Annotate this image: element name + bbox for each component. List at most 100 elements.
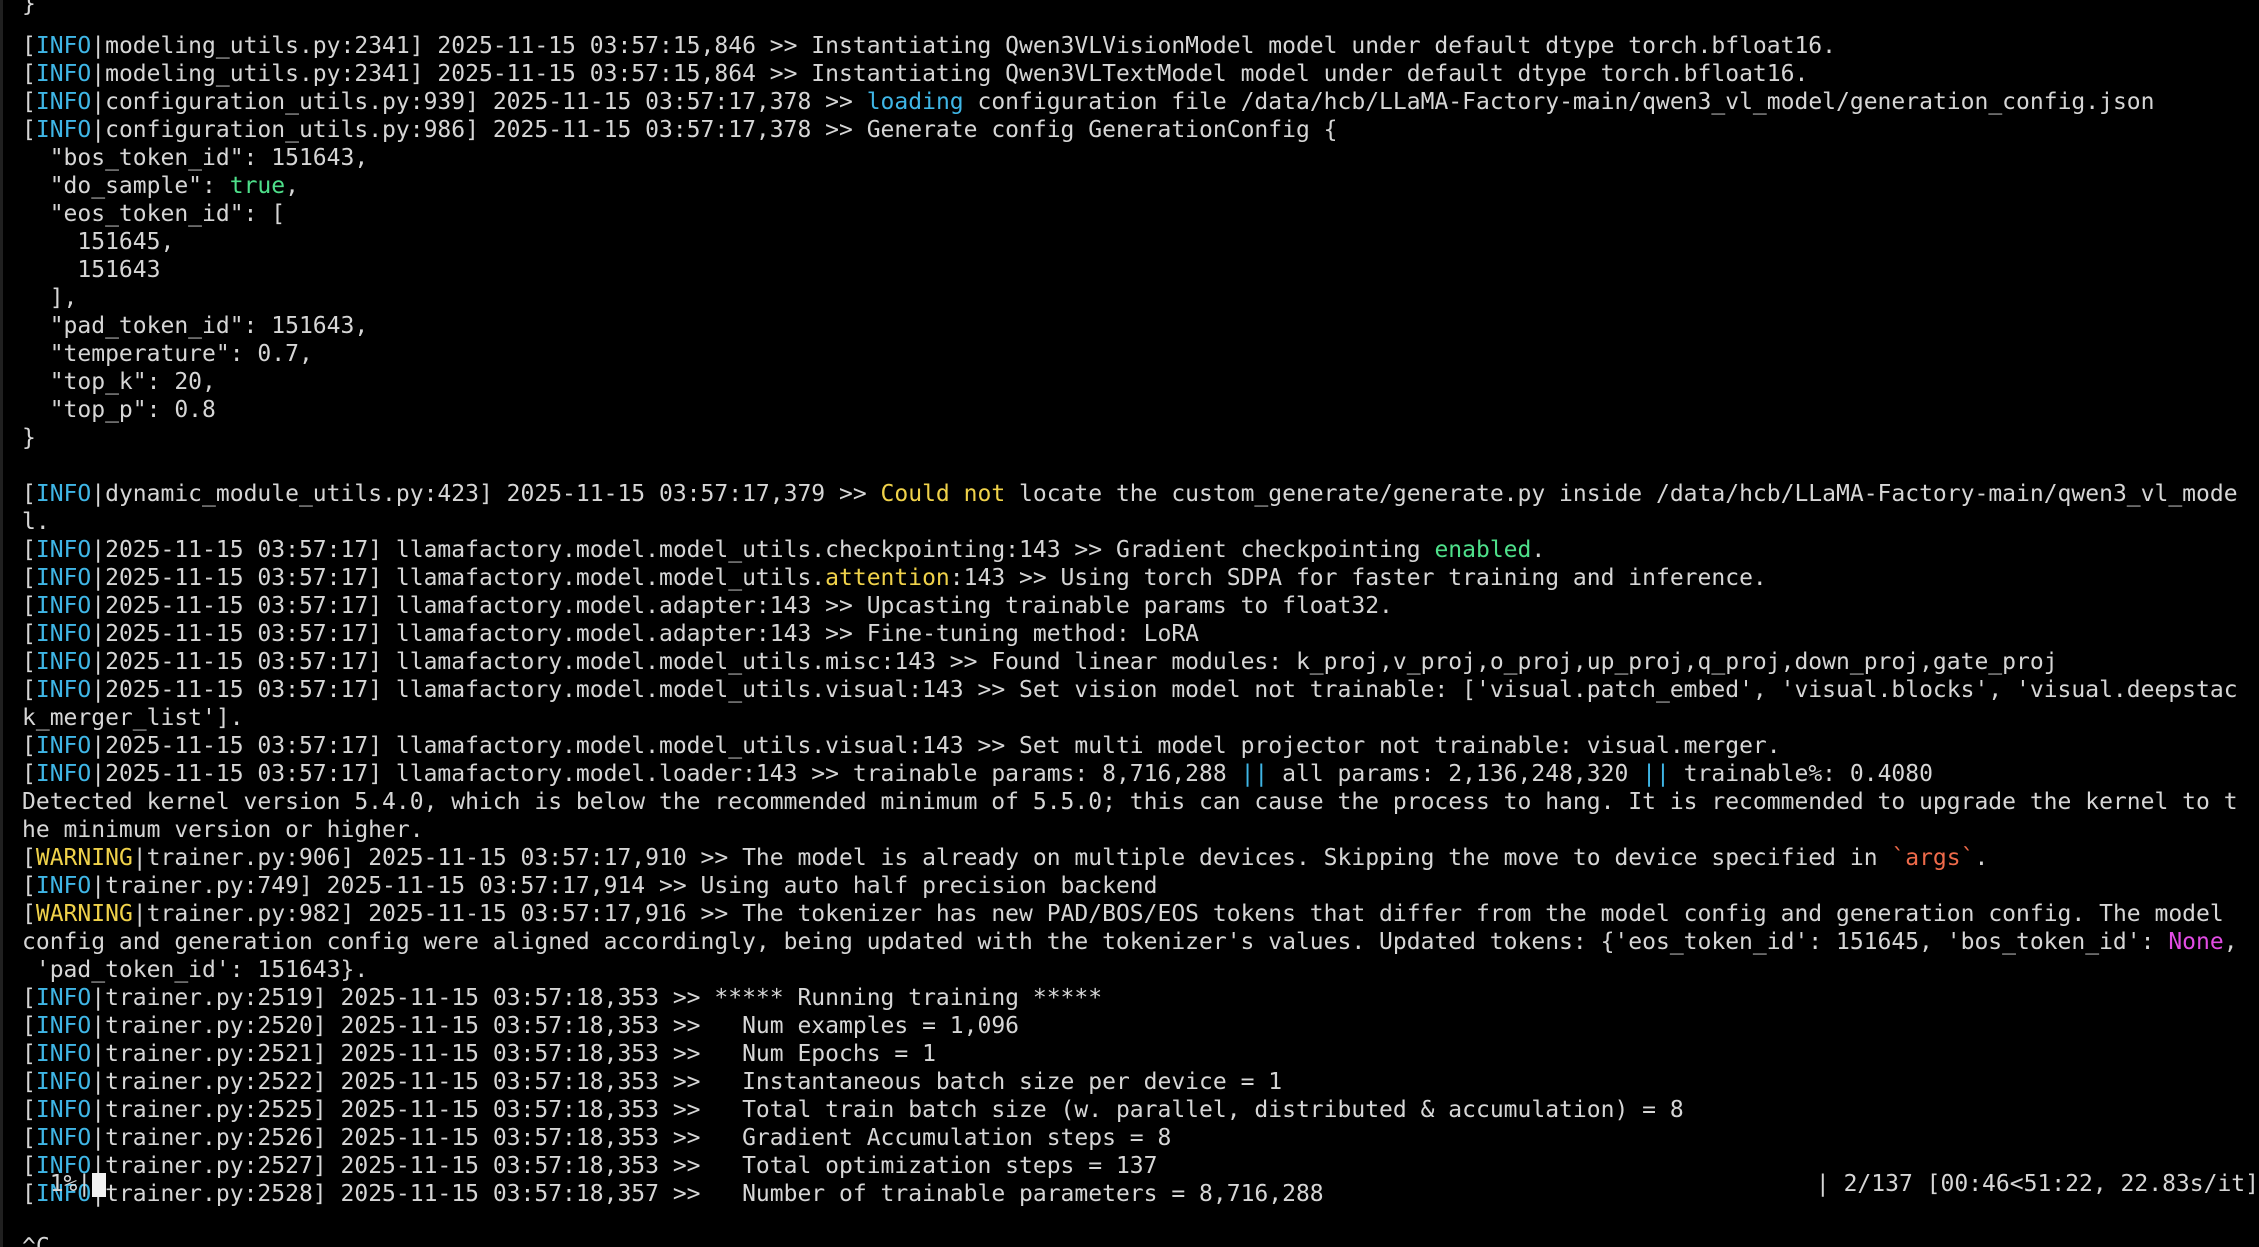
progress-fill xyxy=(92,1173,106,1197)
log-segment: INFO xyxy=(35,593,92,619)
log-line: [INFO|modeling_utils.py:2341] 2025-11-15… xyxy=(22,60,2259,88)
terminal-window[interactable]: } [INFO|modeling_utils.py:2341] 2025-11-… xyxy=(0,0,2259,1247)
log-segment: [ xyxy=(22,33,36,59)
log-segment: |configuration_utils.py:939] 2025-11-15 … xyxy=(91,89,867,115)
log-segment: enabled xyxy=(1434,537,1532,563)
log-line: [INFO|modeling_utils.py:2341] 2025-11-15… xyxy=(22,32,2259,60)
log-line: [WARNING|trainer.py:982] 2025-11-15 03:5… xyxy=(22,900,2259,928)
log-segment: WARNING xyxy=(35,845,133,871)
log-segment: [ xyxy=(22,677,36,703)
log-line: config and generation config were aligne… xyxy=(22,928,2259,956)
log-segment: [ xyxy=(22,1125,36,1151)
log-segment: |trainer.py:2520] 2025-11-15 03:57:18,35… xyxy=(91,1013,1020,1039)
log-line: 151643 xyxy=(22,256,2259,284)
log-segment: INFO xyxy=(35,61,92,87)
log-segment: |2025-11-15 03:57:17] llamafactory.model… xyxy=(91,649,2058,675)
log-segment: `args` xyxy=(1891,845,1975,871)
log-segment: "pad_token_id": 151643, xyxy=(22,313,369,339)
log-segment: INFO xyxy=(35,117,92,143)
log-line: 151645, xyxy=(22,228,2259,256)
log-line: [INFO|trainer.py:2522] 2025-11-15 03:57:… xyxy=(22,1068,2259,1096)
progress-track xyxy=(106,1170,1826,1198)
log-line: } xyxy=(22,424,2259,452)
log-segment: , xyxy=(285,173,299,199)
log-segment: |trainer.py:2521] 2025-11-15 03:57:18,35… xyxy=(91,1041,936,1067)
log-segment: |trainer.py:2525] 2025-11-15 03:57:18,35… xyxy=(91,1097,1684,1123)
log-segment: INFO xyxy=(35,873,92,899)
log-segment: he minimum version or higher. xyxy=(22,817,424,843)
log-line: [INFO|trainer.py:2526] 2025-11-15 03:57:… xyxy=(22,1124,2259,1152)
log-segment: } xyxy=(22,425,36,451)
log-segment: 'pad_token_id': 151643}. xyxy=(22,957,369,983)
log-segment: 151645, xyxy=(22,229,175,255)
log-segment: |trainer.py:2526] 2025-11-15 03:57:18,35… xyxy=(91,1125,1172,1151)
log-segment: |trainer.py:2522] 2025-11-15 03:57:18,35… xyxy=(91,1069,1283,1095)
log-segment: INFO xyxy=(35,761,92,787)
log-segment: INFO xyxy=(35,1069,92,1095)
log-segment: [ xyxy=(22,1013,36,1039)
log-segment: || xyxy=(1642,761,1670,787)
log-segment: |trainer.py:749] 2025-11-15 03:57:17,914… xyxy=(91,873,1158,899)
log-segment: INFO xyxy=(35,985,92,1011)
log-segment: || xyxy=(1240,761,1269,787)
log-segment: INFO xyxy=(35,621,92,647)
log-segment: [ xyxy=(22,845,36,871)
log-segment: :143 >> Using torch SDPA for faster trai… xyxy=(949,565,1767,591)
log-segment: [ xyxy=(22,985,36,1011)
log-line: "top_k": 20, xyxy=(22,368,2259,396)
log-segment: true xyxy=(229,173,286,199)
log-line: ], xyxy=(22,284,2259,312)
log-segment: ], xyxy=(22,285,78,311)
log-segment: 151643 xyxy=(22,257,161,283)
log-segment: Detected kernel version 5.4.0, which is … xyxy=(22,789,2238,815)
log-line: l. xyxy=(22,508,2259,536)
log-line: "do_sample": true, xyxy=(22,172,2259,200)
log-line: [INFO|dynamic_module_utils.py:423] 2025-… xyxy=(22,480,2259,508)
log-line: "temperature": 0.7, xyxy=(22,340,2259,368)
progress-percent-label: 1%| xyxy=(22,1171,92,1197)
log-line: "bos_token_id": 151643, xyxy=(22,144,2259,172)
log-line: [INFO|trainer.py:2525] 2025-11-15 03:57:… xyxy=(22,1096,2259,1124)
log-segment: loading xyxy=(866,89,964,115)
log-segment: config and generation config were aligne… xyxy=(22,929,2169,955)
log-line: [INFO|2025-11-15 03:57:17] llamafactory.… xyxy=(22,676,2259,704)
log-segment: [ xyxy=(22,1069,36,1095)
log-segment: |dynamic_module_utils.py:423] 2025-11-15… xyxy=(91,481,881,507)
log-segment: None xyxy=(2168,929,2224,955)
log-segment: INFO xyxy=(35,537,92,563)
log-line: "eos_token_id": [ xyxy=(22,200,2259,228)
log-segment: locate the custom_generate/generate.py i… xyxy=(1005,481,2238,507)
log-segment: . xyxy=(1531,537,1546,563)
terminal-left-edge xyxy=(0,0,3,1247)
log-segment: [ xyxy=(22,481,36,507)
log-line: [INFO|2025-11-15 03:57:17] llamafactory.… xyxy=(22,648,2259,676)
terminal-top-partial-line: } xyxy=(22,0,36,17)
log-segment: INFO xyxy=(35,733,92,759)
log-line: [INFO|trainer.py:2521] 2025-11-15 03:57:… xyxy=(22,1040,2259,1068)
log-segment: configuration file /data/hcb/LLaMA-Facto… xyxy=(963,89,2155,115)
log-segment: WARNING xyxy=(35,901,133,927)
log-line: Detected kernel version 5.4.0, which is … xyxy=(22,788,2259,816)
log-segment: "do_sample": xyxy=(22,173,230,199)
log-segment: |2025-11-15 03:57:17] llamafactory.model… xyxy=(91,537,1435,563)
log-segment: INFO xyxy=(35,1125,92,1151)
log-segment: |2025-11-15 03:57:17] llamafactory.model… xyxy=(91,677,2238,703)
log-segment: INFO xyxy=(35,33,92,59)
log-segment: |trainer.py:982] 2025-11-15 03:57:17,916… xyxy=(132,901,2224,927)
log-line: [INFO|2025-11-15 03:57:17] llamafactory.… xyxy=(22,620,2259,648)
log-segment: [ xyxy=(22,89,36,115)
log-line: [WARNING|trainer.py:906] 2025-11-15 03:5… xyxy=(22,844,2259,872)
log-line: [INFO|2025-11-15 03:57:17] llamafactory.… xyxy=(22,760,2259,788)
log-segment: |configuration_utils.py:986] 2025-11-15 … xyxy=(91,117,1338,143)
log-segment: INFO xyxy=(35,481,92,507)
log-segment: [ xyxy=(22,1097,36,1123)
log-segment: "bos_token_id": 151643, xyxy=(22,145,369,171)
log-line: [INFO|trainer.py:2520] 2025-11-15 03:57:… xyxy=(22,1012,2259,1040)
log-line: [INFO|2025-11-15 03:57:17] llamafactory.… xyxy=(22,732,2259,760)
log-segment: INFO xyxy=(35,565,92,591)
log-segment: all params: 2,136,248,320 xyxy=(1268,761,1643,787)
log-segment: , xyxy=(2223,929,2238,955)
log-line: [INFO|trainer.py:2519] 2025-11-15 03:57:… xyxy=(22,984,2259,1012)
progress-stats-label: | 2/137 [00:46<51:22, 22.83s/it] xyxy=(1815,1171,2259,1197)
log-segment: [ xyxy=(22,733,36,759)
